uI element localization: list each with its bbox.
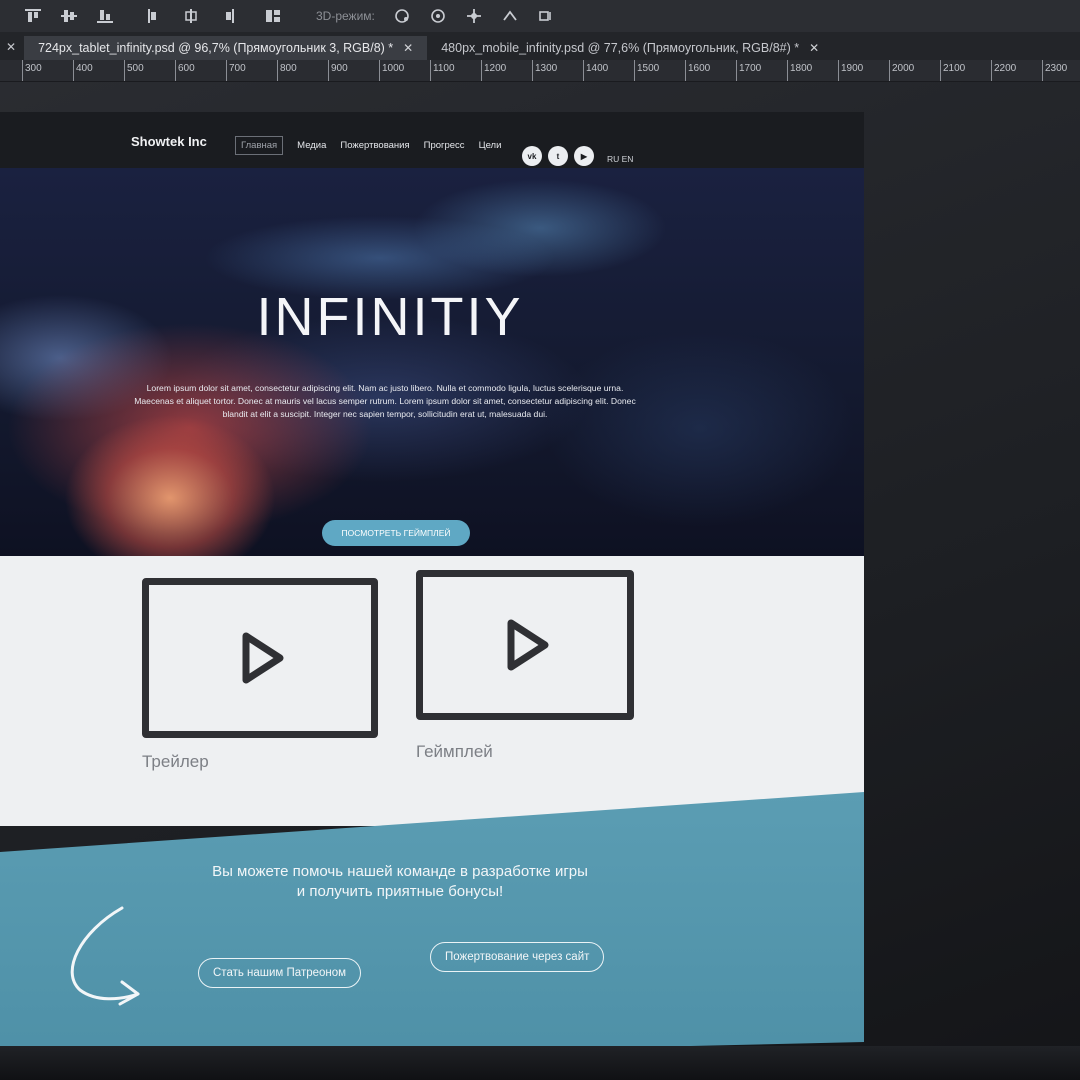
- close-icon[interactable]: ✕: [0, 40, 24, 60]
- ruler-tick: [124, 60, 125, 81]
- ruler-tick: [940, 60, 941, 81]
- video-thumbnail[interactable]: [416, 570, 634, 720]
- main-nav: Главная Медиа Пожертвования Прогресс Цел…: [235, 136, 501, 155]
- donate-text-line: Вы можете помочь нашей команде в разрабо…: [212, 863, 588, 880]
- ruler-label: 900: [331, 63, 348, 74]
- distribute-right-icon[interactable]: [218, 8, 236, 24]
- ruler-tick: [991, 60, 992, 81]
- ruler-tick: [175, 60, 176, 81]
- ruler-label: 1900: [841, 63, 864, 74]
- document-tabs: ✕ 724px_tablet_infinity.psd @ 96,7% (Пря…: [0, 32, 1080, 60]
- close-icon[interactable]: ✕: [403, 41, 413, 55]
- ruler-tick: [226, 60, 227, 81]
- ruler-label: 600: [178, 63, 195, 74]
- ruler-label: 400: [76, 63, 93, 74]
- ruler-label: 2000: [892, 63, 915, 74]
- video-label: Геймплей: [416, 742, 493, 761]
- play-icon: [507, 619, 549, 671]
- ruler-tick: [634, 60, 635, 81]
- language-switcher[interactable]: RU EN: [607, 154, 633, 164]
- hero-description: Lorem ipsum dolor sit amet, consectetur …: [134, 383, 636, 419]
- patreon-button[interactable]: Стать нашим Патреоном: [198, 958, 362, 988]
- donate-via-site-button[interactable]: Пожертвование через сайт: [430, 942, 605, 972]
- ruler-tick: [685, 60, 686, 81]
- ruler-label: 2100: [943, 63, 966, 74]
- auto-align-icon[interactable]: [264, 8, 282, 24]
- ruler-label: 2200: [994, 63, 1017, 74]
- hero-title: INFINITIY: [256, 287, 524, 347]
- ruler-label: 1300: [535, 63, 558, 74]
- align-vcenter-icon[interactable]: [60, 8, 78, 24]
- ruler-label: 1800: [790, 63, 813, 74]
- tab-tablet-psd[interactable]: 724px_tablet_infinity.psd @ 96,7% (Прямо…: [24, 36, 428, 60]
- ruler-tick: [1042, 60, 1043, 81]
- slide-3d-icon[interactable]: [501, 8, 519, 24]
- ruler-tick: [889, 60, 890, 81]
- horizontal-ruler[interactable]: 300 400 500 600 700 800 900 1000 1100 1200 1300 140…: [0, 60, 1080, 82]
- ruler-tick: [532, 60, 533, 81]
- align-top-icon[interactable]: [24, 8, 42, 24]
- video-label: Трейлер: [142, 752, 209, 771]
- nav-item-home[interactable]: Главная: [235, 136, 284, 155]
- roll-3d-icon[interactable]: [429, 8, 447, 24]
- nav-item-donations[interactable]: Пожертвования: [340, 140, 409, 151]
- ruler-label: 1200: [484, 63, 507, 74]
- twitter-icon[interactable]: t: [548, 146, 568, 166]
- ruler-label: 1500: [637, 63, 660, 74]
- ruler-tick: [583, 60, 584, 81]
- video-card-gameplay[interactable]: Геймплей: [416, 570, 634, 762]
- youtube-icon[interactable]: ▶: [574, 146, 594, 166]
- nav-item-goals[interactable]: Цели: [479, 140, 502, 151]
- tab-label: 724px_tablet_infinity.psd @ 96,7% (Прямо…: [38, 41, 394, 55]
- ruler-tick: [736, 60, 737, 81]
- vk-icon[interactable]: vk: [522, 146, 542, 166]
- tab-label: 480px_mobile_infinity.psd @ 77,6% (Прямо…: [441, 41, 800, 55]
- ruler-tick: [481, 60, 482, 81]
- distribute-left-icon[interactable]: [146, 8, 164, 24]
- ruler-label: 700: [229, 63, 246, 74]
- video-card-trailer[interactable]: Трейлер: [142, 578, 378, 772]
- ruler-tick: [277, 60, 278, 81]
- ruler-label: 800: [280, 63, 297, 74]
- donate-text-line: и получить приятные бонусы!: [296, 883, 504, 900]
- ruler-label: 500: [127, 63, 144, 74]
- scale-3d-icon[interactable]: [537, 8, 555, 24]
- ruler-tick: [22, 60, 23, 81]
- distribute-hcenter-icon[interactable]: [182, 8, 200, 24]
- ruler-label: 1400: [586, 63, 609, 74]
- site-header: Showtek Inc Главная Медиа Пожертвования …: [0, 112, 864, 168]
- ruler-label: 300: [25, 63, 42, 74]
- hero-section: INFINITIY Lorem ipsum dolor sit amet, co…: [0, 168, 864, 556]
- ruler-tick: [430, 60, 431, 81]
- ruler-tick: [787, 60, 788, 81]
- ruler-label: 1000: [382, 63, 405, 74]
- social-links: vk t ▶: [522, 146, 594, 166]
- curved-arrow-icon: [70, 906, 140, 1006]
- ruler-tick: [838, 60, 839, 81]
- orbit-3d-icon[interactable]: [393, 8, 411, 24]
- play-icon: [242, 632, 284, 684]
- website-artboard: Showtek Inc Главная Медиа Пожертвования …: [0, 112, 864, 1062]
- brand-logo[interactable]: Showtek Inc: [131, 134, 207, 149]
- ruler-label: 1700: [739, 63, 762, 74]
- tab-mobile-psd[interactable]: 480px_mobile_infinity.psd @ 77,6% (Прямо…: [427, 36, 833, 60]
- ruler-tick: [73, 60, 74, 81]
- watch-gameplay-button[interactable]: Посмотреть геймплей: [322, 520, 470, 546]
- video-thumbnail[interactable]: [142, 578, 378, 738]
- ruler-label: 2300: [1045, 63, 1068, 74]
- ruler-tick: [379, 60, 380, 81]
- nav-item-media[interactable]: Медиа: [297, 140, 326, 151]
- ruler-label: 1600: [688, 63, 711, 74]
- monitor-bezel: [0, 1046, 1080, 1080]
- ps-options-bar: 3D-режим:: [0, 0, 1080, 32]
- mode-3d-label: 3D-режим:: [316, 9, 375, 23]
- align-bottom-icon[interactable]: [96, 8, 114, 24]
- ruler-tick: [328, 60, 329, 81]
- ruler-label: 1100: [433, 63, 455, 74]
- close-icon[interactable]: ✕: [809, 41, 819, 55]
- donate-text: Вы можете помочь нашей команде в разрабо…: [150, 862, 650, 902]
- nav-item-progress[interactable]: Прогресс: [424, 140, 465, 151]
- pan-3d-icon[interactable]: [465, 8, 483, 24]
- videos-section: Трейлер Геймплей: [0, 556, 864, 826]
